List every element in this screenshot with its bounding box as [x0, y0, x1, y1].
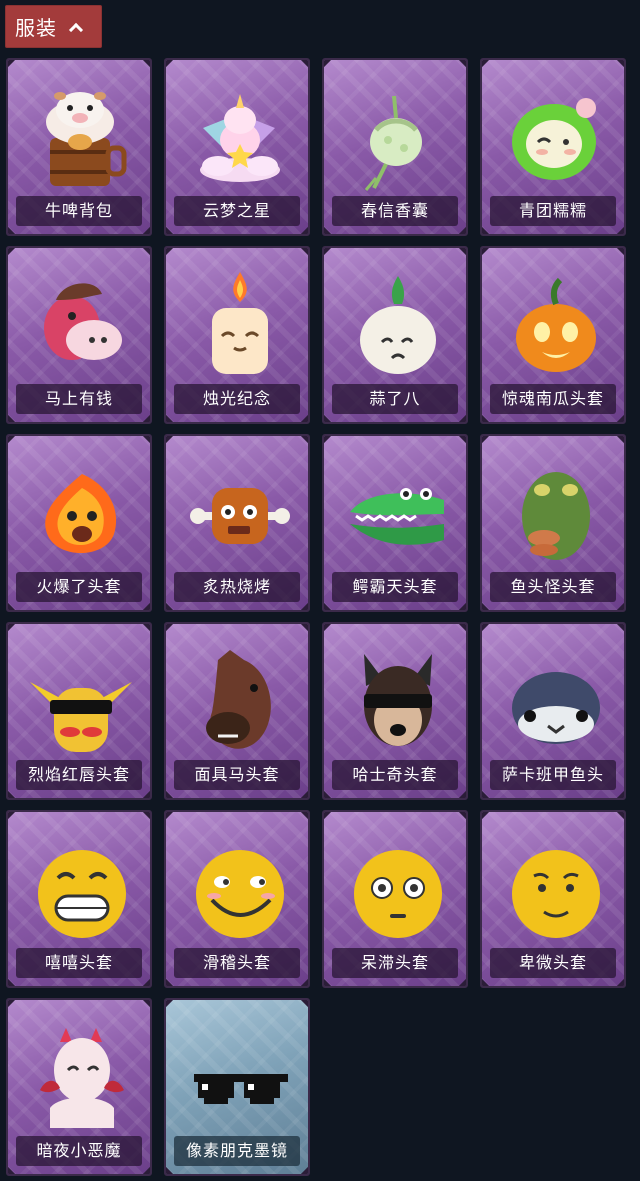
item-card-sacabambaspis-head[interactable]: 萨卡班甲鱼头	[480, 622, 626, 800]
item-card-humble-emoji[interactable]: 卑微头套	[480, 810, 626, 988]
item-label: 哈士奇头套	[332, 760, 458, 790]
item-label: 烈焰红唇头套	[16, 760, 142, 790]
item-card-green-dumpling[interactable]: 青团糯糯	[480, 58, 626, 236]
dazed-emoji-icon	[354, 850, 442, 938]
candle-icon	[212, 272, 268, 374]
item-label: 嘻嘻头套	[16, 948, 142, 978]
pumpkin-head-icon	[516, 277, 596, 372]
husky-head-icon	[364, 654, 432, 746]
fish-monster-head-icon	[522, 472, 590, 560]
item-card-candle[interactable]: 烛光纪念	[164, 246, 310, 424]
item-label: 面具马头套	[174, 760, 300, 790]
item-card-husky-head[interactable]: 哈士奇头套	[322, 622, 468, 800]
costume-grid: 牛啤背包 云梦之星 春信香囊 青团糯糯 马上有钱 烛光纪念 蒜了八 惊魂南瓜头套…	[6, 58, 636, 1178]
item-card-pumpkin-head[interactable]: 惊魂南瓜头套	[480, 246, 626, 424]
sachet-pouch-icon	[364, 95, 422, 191]
item-card-sachet-pouch[interactable]: 春信香囊	[322, 58, 468, 236]
chevron-up-icon	[69, 21, 81, 33]
item-card-unicorn-cloud-star[interactable]: 云梦之星	[164, 58, 310, 236]
item-label: 炙热烧烤	[174, 572, 300, 602]
item-card-fish-monster-head[interactable]: 鱼头怪头套	[480, 434, 626, 612]
item-label: 云梦之星	[174, 196, 300, 226]
item-card-cow-beer-backpack[interactable]: 牛啤背包	[6, 58, 152, 236]
item-label: 青团糯糯	[490, 196, 616, 226]
item-label: 马上有钱	[16, 384, 142, 414]
item-label: 像素朋克墨镜	[174, 1136, 300, 1166]
garlic-icon	[360, 276, 436, 374]
item-card-dazed-emoji[interactable]: 呆滞头套	[322, 810, 468, 988]
item-label: 烛光纪念	[174, 384, 300, 414]
grilled-meat-icon	[190, 488, 290, 544]
item-card-grinning-emoji[interactable]: 嘻嘻头套	[6, 810, 152, 988]
item-card-crocodile-head[interactable]: 鳄霸天头套	[322, 434, 468, 612]
item-label: 蒜了八	[332, 384, 458, 414]
item-label: 惊魂南瓜头套	[490, 384, 616, 414]
item-label: 春信香囊	[332, 196, 458, 226]
item-card-fireball-head[interactable]: 火爆了头套	[6, 434, 152, 612]
red-horse-head-icon	[44, 283, 122, 360]
cow-beer-backpack-icon	[46, 92, 127, 186]
fireball-head-icon	[45, 474, 117, 554]
item-card-garlic[interactable]: 蒜了八	[322, 246, 468, 424]
section-header-toggle[interactable]: 服装	[5, 5, 102, 48]
grinning-emoji-icon	[38, 850, 126, 938]
item-label: 牛啤背包	[16, 196, 142, 226]
item-card-pixel-sunglasses[interactable]: 像素朋克墨镜	[164, 998, 310, 1176]
funny-emoji-icon	[196, 850, 284, 938]
item-card-yellow-hood-sunglasses[interactable]: 烈焰红唇头套	[6, 622, 152, 800]
item-label: 萨卡班甲鱼头	[490, 760, 616, 790]
horse-mask-icon	[206, 650, 271, 749]
item-card-grilled-meat[interactable]: 炙热烧烤	[164, 434, 310, 612]
item-label: 滑稽头套	[174, 948, 300, 978]
item-card-horse-mask[interactable]: 面具马头套	[164, 622, 310, 800]
item-label: 卑微头套	[490, 948, 616, 978]
item-card-funny-emoji[interactable]: 滑稽头套	[164, 810, 310, 988]
sacabambaspis-head-icon	[512, 672, 600, 744]
item-label: 鳄霸天头套	[332, 572, 458, 602]
item-label: 暗夜小恶魔	[16, 1136, 142, 1166]
pixel-sunglasses-icon	[194, 1074, 288, 1104]
green-dumpling-icon	[512, 98, 596, 180]
item-card-little-devil[interactable]: 暗夜小恶魔	[6, 998, 152, 1176]
item-card-red-horse-head[interactable]: 马上有钱	[6, 246, 152, 424]
humble-emoji-icon	[512, 850, 600, 938]
unicorn-cloud-star-icon	[200, 94, 280, 182]
item-label: 火爆了头套	[16, 572, 142, 602]
yellow-hood-sunglasses-icon	[30, 682, 132, 752]
item-label: 鱼头怪头套	[490, 572, 616, 602]
item-label: 呆滞头套	[332, 948, 458, 978]
section-title: 服装	[15, 16, 57, 40]
crocodile-head-icon	[350, 488, 444, 545]
little-devil-icon	[40, 1028, 124, 1128]
